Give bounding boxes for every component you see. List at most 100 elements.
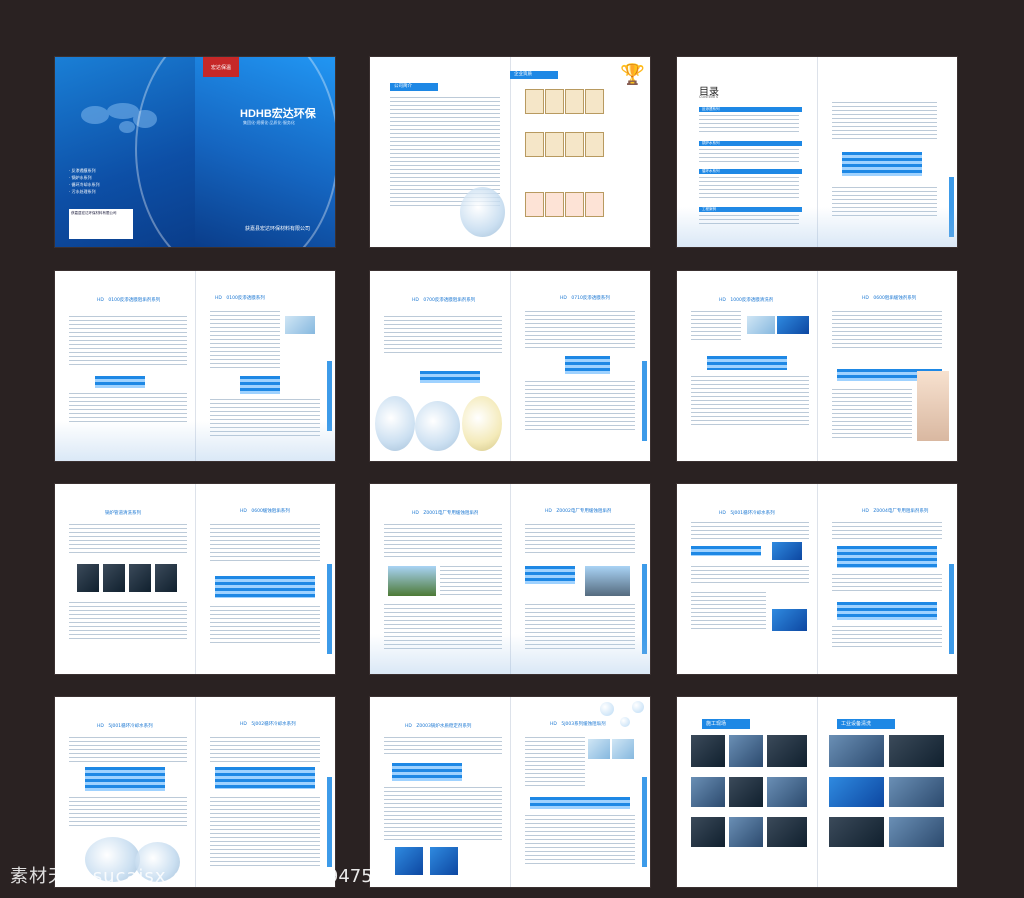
side-tab xyxy=(327,564,332,654)
product-photo xyxy=(285,316,315,334)
site-photo xyxy=(729,817,763,847)
certificate xyxy=(585,132,604,157)
toc-section: 反渗透系列 xyxy=(699,107,802,112)
fold-line xyxy=(510,271,511,461)
barrel-photo xyxy=(772,609,807,631)
pipe-photo xyxy=(103,564,125,592)
page-text xyxy=(832,311,942,351)
cover-company-name: 获嘉县宏达环保材料有限公司 xyxy=(245,226,311,232)
bubble-decoration xyxy=(632,701,644,713)
watermark-id: 编号：03947599 xyxy=(250,866,396,887)
case-spread: 施工现场 工业设备清洗 xyxy=(677,697,957,887)
page-text xyxy=(69,393,187,423)
data-table xyxy=(240,376,280,394)
certificate xyxy=(545,192,564,217)
data-table xyxy=(215,576,315,598)
product-spread: HD 0700反渗透膜阻垢剂系列 HD 0710反渗透膜系列 xyxy=(370,271,650,461)
pipe-photo xyxy=(129,564,151,592)
side-tab xyxy=(642,361,647,441)
fold-line xyxy=(195,484,196,674)
product-photo xyxy=(612,739,634,759)
trophy-icon: 🏆 xyxy=(620,62,645,86)
page-title: HD 5J001循环冷却水系列 xyxy=(719,511,775,516)
page-text xyxy=(832,522,942,542)
cover-info-title: 获嘉县宏达环保材料有限公司 xyxy=(71,211,117,215)
wave-decoration xyxy=(677,207,957,247)
site-photo xyxy=(767,735,807,767)
cover-spread: · 反渗透膜系列 · 锅炉水系列 · 循环冷却水系列 · 污水处理系列 获嘉县宏… xyxy=(55,57,335,247)
pipe-photo xyxy=(155,564,177,592)
watermark-site: 素材天下 sucaisx.com xyxy=(10,866,215,887)
page-text xyxy=(525,815,635,865)
page-text xyxy=(69,316,187,366)
site-photo xyxy=(691,817,725,847)
data-table xyxy=(530,797,630,809)
cover-front xyxy=(135,57,335,247)
page-text xyxy=(69,797,187,827)
barrel-photo xyxy=(395,847,423,875)
equipment-photo xyxy=(829,735,884,767)
certificate xyxy=(585,192,604,217)
data-table xyxy=(565,356,610,374)
page-text xyxy=(384,787,502,842)
data-table xyxy=(85,767,165,791)
data-table xyxy=(707,356,787,370)
page-title: HD 5J003系列缓蚀阻垢剂 xyxy=(550,722,606,727)
page-text xyxy=(69,737,187,762)
data-table xyxy=(525,566,575,584)
certificate xyxy=(565,192,584,217)
cover-list-item: · 循环冷却水系列 xyxy=(69,182,100,187)
product-photo xyxy=(747,316,775,334)
cover-list-item: · 锅炉水系列 xyxy=(69,175,92,180)
data-table xyxy=(842,152,922,176)
data-table xyxy=(420,371,480,383)
certificate xyxy=(585,89,604,114)
flask-image xyxy=(460,187,505,237)
toc-entries xyxy=(699,115,799,135)
page-text xyxy=(69,524,187,554)
cover-contact-box: 获嘉县宏达环保材料有限公司 xyxy=(69,209,133,239)
product-photo xyxy=(777,316,809,334)
page-title: 锅炉管道清洗系列 xyxy=(105,511,141,516)
page-text xyxy=(210,311,280,371)
flask-image xyxy=(415,401,460,451)
certificate xyxy=(525,192,544,217)
product-spread: HD Z0001电厂专用缓蚀阻垢剂 HD Z0002电厂专用缓蚀阻垢剂 xyxy=(370,484,650,674)
page-text xyxy=(210,737,320,762)
fold-line xyxy=(817,697,818,887)
data-table xyxy=(837,546,937,568)
toc-spread: 目录 CONTENTS 反渗透系列 锅炉水系列 循环水系列 工程案例 xyxy=(677,57,957,247)
product-spread: HD 0100反渗透膜阻垢剂系列 HD 0100反渗透膜系列 xyxy=(55,271,335,461)
flask-image xyxy=(375,396,415,451)
page-text xyxy=(210,797,320,867)
product-spread: HD 5J001循环冷却水系列 HD 5J002循环冷却水系列 xyxy=(55,697,335,887)
site-photo xyxy=(767,777,807,807)
product-photo xyxy=(588,739,610,759)
page-text xyxy=(691,566,809,586)
equipment-photo xyxy=(829,777,884,807)
page-title: HD 0100反渗透膜系列 xyxy=(215,296,265,301)
data-table xyxy=(691,546,761,556)
data-table xyxy=(837,602,937,620)
flask-image xyxy=(462,396,502,451)
plant-photo xyxy=(585,566,630,596)
toc-entries xyxy=(699,177,799,201)
product-spread: HD 5J001循环冷却水系列 HD Z0004电厂专用阻垢剂系列 xyxy=(677,484,957,674)
certificate xyxy=(525,132,544,157)
cover-subtitle: 集团化·规模化·品质化·服务化 xyxy=(243,120,295,125)
data-table xyxy=(215,767,315,789)
toc-section: 循环水系列 xyxy=(699,169,802,174)
certificate xyxy=(545,89,564,114)
page-text xyxy=(691,376,809,426)
bubble-decoration xyxy=(620,717,630,727)
page-title: HD Z0003锅炉水质稳定剂系列 xyxy=(405,724,472,729)
certificate xyxy=(525,89,544,114)
fold-line xyxy=(510,697,511,887)
cert-header: 企业资质 xyxy=(510,71,558,79)
barrel-photo xyxy=(772,542,802,560)
page-title: HD 0100反渗透膜阻垢剂系列 xyxy=(97,298,161,303)
scientist-photo xyxy=(917,371,949,441)
intro-spread: 公司简介 企业资质 🏆 xyxy=(370,57,650,247)
toc-entries xyxy=(699,149,799,165)
data-table xyxy=(95,376,145,388)
